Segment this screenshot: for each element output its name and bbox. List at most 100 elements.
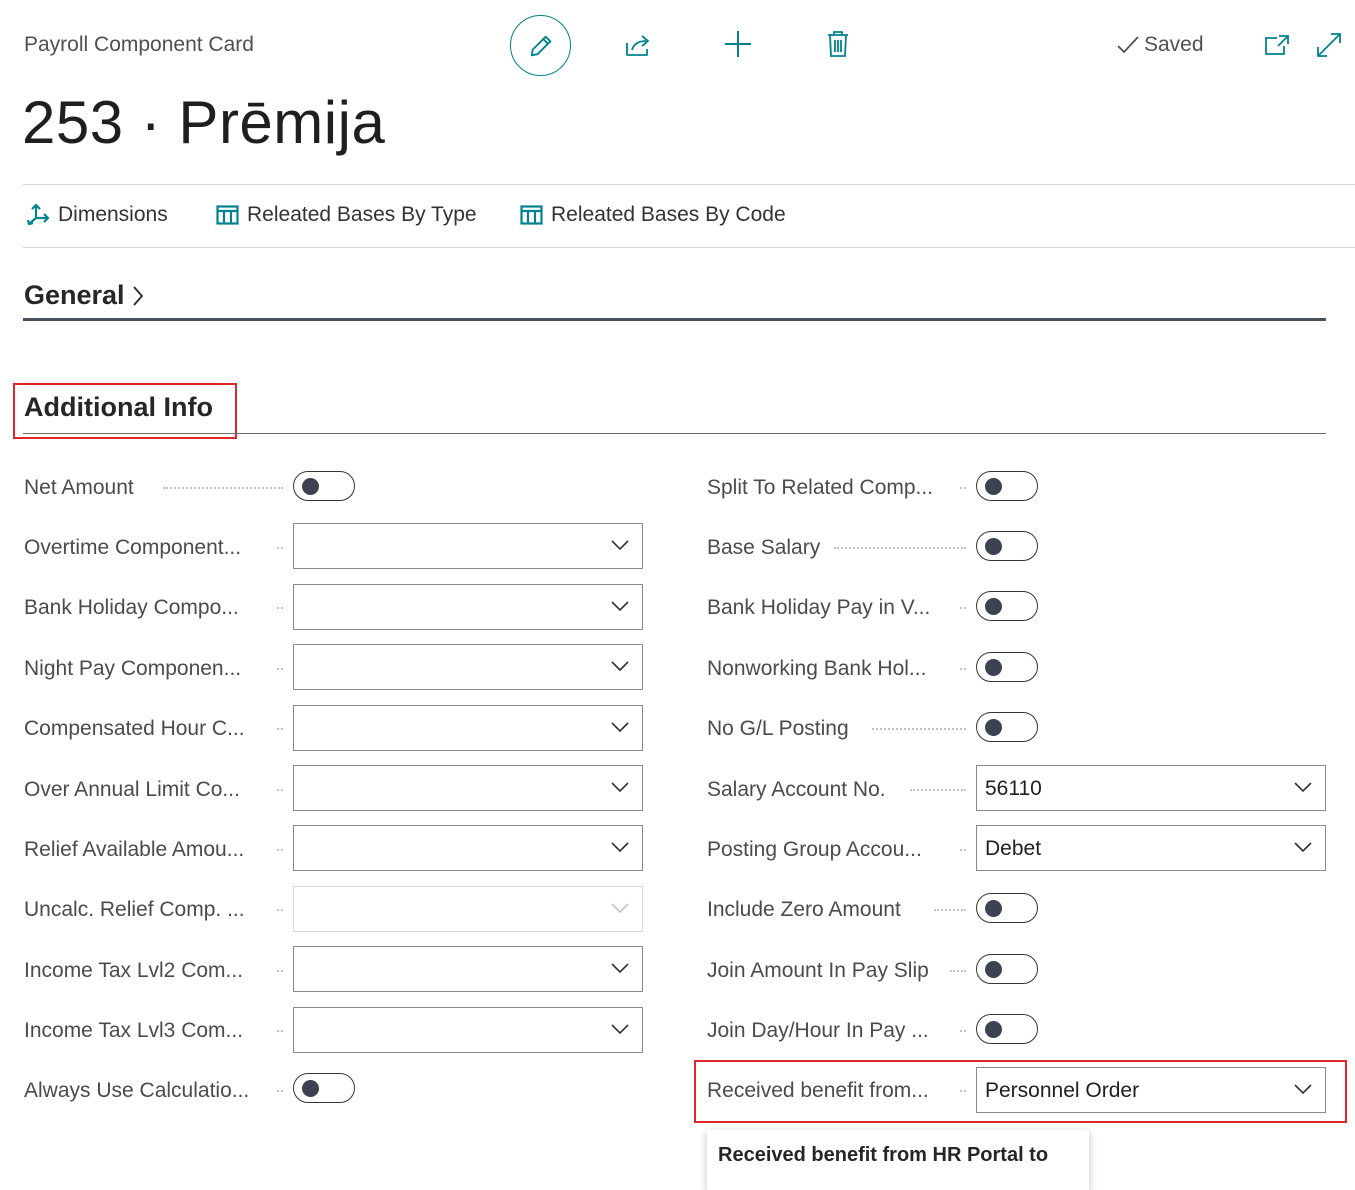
dot-leader	[277, 789, 283, 791]
dimensions-label: Dimensions	[58, 203, 168, 226]
overtime-component-label: Overtime Component...	[24, 536, 242, 559]
additional-info-underline	[23, 433, 1326, 434]
trash-icon	[828, 31, 848, 57]
bank-holiday-component-label: Bank Holiday Compo...	[24, 596, 239, 619]
dot-leader	[910, 789, 966, 791]
chevron-right-icon	[132, 285, 143, 306]
dimensions-action[interactable]: Dimensions	[26, 203, 168, 227]
dot-leader	[277, 547, 283, 549]
chevron-down-icon	[611, 963, 629, 974]
income-tax-lvl3-component-dropdown[interactable]	[293, 1007, 643, 1053]
always-use-calculation-label: Always Use Calculatio...	[24, 1079, 250, 1102]
table-icon	[216, 205, 239, 225]
page-caption: Payroll Component Card	[24, 33, 254, 56]
related-bases-by-code-label: Releated Bases By Code	[551, 203, 786, 226]
uncalc-relief-comp-dropdown	[293, 886, 643, 932]
plus-icon	[725, 31, 751, 57]
include-zero-amount-toggle[interactable]	[976, 893, 1038, 923]
relief-available-amount-label: Relief Available Amou...	[24, 838, 245, 861]
dot-leader	[834, 547, 966, 549]
chevron-down-icon	[611, 782, 629, 793]
posting-group-account-label: Posting Group Accou...	[707, 838, 922, 861]
related-bases-by-type-action[interactable]: Releated Bases By Type	[216, 203, 477, 227]
over-annual-limit-component-dropdown[interactable]	[293, 765, 643, 811]
open-new-window-button[interactable]	[1262, 30, 1292, 60]
new-button[interactable]	[720, 26, 756, 62]
dot-leader	[277, 668, 283, 670]
share-button[interactable]	[620, 28, 656, 62]
dot-leader	[277, 1090, 283, 1092]
no-gl-posting-label: No G/L Posting	[707, 717, 849, 740]
night-pay-component-dropdown[interactable]	[293, 644, 643, 690]
salary-account-no-dropdown[interactable]: 56110	[976, 765, 1326, 811]
toggle-knob	[985, 961, 1002, 978]
bank-holiday-component-dropdown[interactable]	[293, 584, 643, 630]
toggle-knob	[985, 900, 1002, 917]
dot-leader	[960, 1030, 966, 1032]
header-divider	[23, 184, 1355, 185]
compensated-hour-component-dropdown[interactable]	[293, 705, 643, 751]
posting-group-account-dropdown[interactable]: Debet	[976, 825, 1326, 871]
split-to-related-comp-toggle[interactable]	[976, 471, 1038, 501]
related-bases-by-type-label: Releated Bases By Type	[247, 203, 477, 226]
toggle-knob	[985, 538, 1002, 555]
dot-leader	[277, 909, 283, 911]
join-amount-in-pay-slip-label: Join Amount In Pay Slip	[707, 959, 929, 982]
toggle-knob	[302, 478, 319, 495]
edit-button[interactable]	[510, 15, 571, 76]
dot-leader	[960, 607, 966, 609]
bank-holiday-pay-label: Bank Holiday Pay in V...	[707, 596, 931, 619]
chevron-down-icon	[611, 842, 629, 853]
base-salary-toggle[interactable]	[976, 531, 1038, 561]
pencil-icon	[530, 35, 551, 56]
general-section-underline	[23, 318, 1326, 321]
income-tax-lvl3-component-label: Income Tax Lvl3 Com...	[24, 1019, 244, 1042]
dot-leader	[277, 728, 283, 730]
bank-holiday-pay-toggle[interactable]	[976, 591, 1038, 621]
highlight-box-additional-info	[13, 383, 237, 439]
relief-available-amount-dropdown[interactable]	[293, 825, 643, 871]
no-gl-posting-toggle[interactable]	[976, 712, 1038, 742]
table-icon	[520, 205, 543, 225]
join-day-hour-in-pay-label: Join Day/Hour In Pay ...	[707, 1019, 929, 1042]
expand-button[interactable]	[1314, 30, 1344, 60]
uncalc-relief-comp-label: Uncalc. Relief Comp. ...	[24, 898, 245, 921]
join-amount-in-pay-slip-toggle[interactable]	[976, 954, 1038, 984]
night-pay-component-label: Night Pay Componen...	[24, 657, 242, 680]
highlight-box-received-benefit	[694, 1060, 1347, 1123]
chevron-down-icon	[611, 722, 629, 733]
income-tax-lvl2-component-dropdown[interactable]	[293, 946, 643, 992]
net-amount-label: Net Amount	[24, 476, 134, 499]
dot-leader	[934, 909, 966, 911]
include-zero-amount-label: Include Zero Amount	[707, 898, 901, 921]
nonworking-bank-holiday-toggle[interactable]	[976, 652, 1038, 682]
toggle-knob	[985, 719, 1002, 736]
always-use-calculation-toggle[interactable]	[293, 1073, 355, 1103]
share-icon	[626, 35, 649, 56]
action-bar-divider	[23, 247, 1355, 248]
chevron-down-icon	[611, 661, 629, 672]
chevron-down-icon	[1294, 782, 1312, 793]
split-to-related-comp-label: Split To Related Comp...	[707, 476, 934, 499]
general-section-header[interactable]: General	[24, 280, 145, 311]
net-amount-toggle[interactable]	[293, 471, 355, 501]
dropdown-value: Debet	[985, 837, 1042, 860]
overtime-component-dropdown[interactable]	[293, 523, 643, 569]
dropdown-value: 56110	[985, 777, 1042, 800]
toggle-knob	[302, 1080, 319, 1097]
join-day-hour-in-pay-toggle[interactable]	[976, 1014, 1038, 1044]
dot-leader	[960, 668, 966, 670]
chevron-down-icon	[611, 540, 629, 551]
expand-icon	[1317, 33, 1341, 57]
toggle-knob	[985, 659, 1002, 676]
dot-leader	[277, 1030, 283, 1032]
base-salary-label: Base Salary	[707, 536, 821, 559]
tooltip-text: Received benefit from HR Portal to	[718, 1144, 1049, 1166]
toggle-knob	[985, 598, 1002, 615]
dot-leader	[872, 728, 966, 730]
dot-leader	[950, 970, 966, 972]
tooltip: Received benefit from HR Portal to	[707, 1130, 1089, 1190]
related-bases-by-code-action[interactable]: Releated Bases By Code	[520, 203, 786, 227]
delete-button[interactable]	[820, 26, 856, 62]
dot-leader	[277, 849, 283, 851]
